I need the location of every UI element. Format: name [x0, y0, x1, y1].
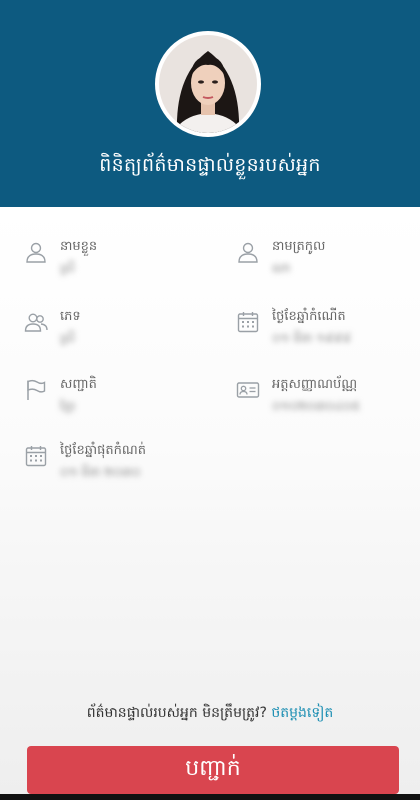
- field-label: សញ្ជាតិ: [60, 377, 97, 392]
- field-value: ខ្មែរ: [60, 399, 76, 413]
- incorrect-info-question: ព័ត៌មានផ្ទាល់របស់អ្នក មិនត្រឹមត្រូវ?: [86, 705, 267, 721]
- field-value: ០១ មីនា ១៩៩៨: [272, 331, 351, 345]
- device-bottom-edge: [0, 794, 420, 800]
- calendar-icon: [25, 446, 47, 467]
- field-label: អត្តសញ្ញាណប័ណ្ណ: [272, 377, 358, 392]
- flag-icon: [27, 379, 46, 400]
- field-value: ០១០២០៣០៤០៥: [272, 399, 360, 413]
- field-value: ០១ មីនា ២០៣០: [60, 465, 141, 479]
- field-label: ភេទ: [60, 309, 81, 324]
- confirm-button[interactable]: បញ្ជាក់: [27, 746, 399, 794]
- person-icon: [26, 242, 46, 263]
- field-value: ណា: [272, 261, 291, 275]
- people-icon: [24, 313, 48, 332]
- field-label: នាមខ្លួន: [60, 239, 98, 254]
- calendar-icon: [237, 312, 259, 333]
- header: ពិនិត្យព័ត៌មានផ្ទាល់ខ្លួនរបស់អ្នក: [0, 0, 420, 207]
- field-value: ស្រី: [60, 261, 75, 275]
- field-value: ស្រី: [60, 331, 75, 345]
- field-label: ថ្ងៃខែឆ្នាំផុតកំណត់: [60, 443, 147, 458]
- field-label: ថ្ងៃខែឆ្នាំកំណើត: [272, 309, 346, 324]
- field-label: នាមត្រកូល: [272, 239, 326, 254]
- confirm-identity-screen: ពិនិត្យព័ត៌មានផ្ទាល់ខ្លួនរបស់អ្នក នាមខ្ល…: [0, 0, 420, 800]
- person-icon: [238, 242, 258, 263]
- retake-link[interactable]: ថតម្តងទៀត: [271, 705, 333, 721]
- page-title: ពិនិត្យព័ត៌មានផ្ទាល់ខ្លួនរបស់អ្នក: [99, 154, 321, 176]
- retake-prompt: ព័ត៌មានផ្ទាល់របស់អ្នក មិនត្រឹមត្រូវ? ថតម…: [0, 703, 420, 724]
- profile-photo: [155, 31, 261, 137]
- id-card-icon: [236, 382, 260, 398]
